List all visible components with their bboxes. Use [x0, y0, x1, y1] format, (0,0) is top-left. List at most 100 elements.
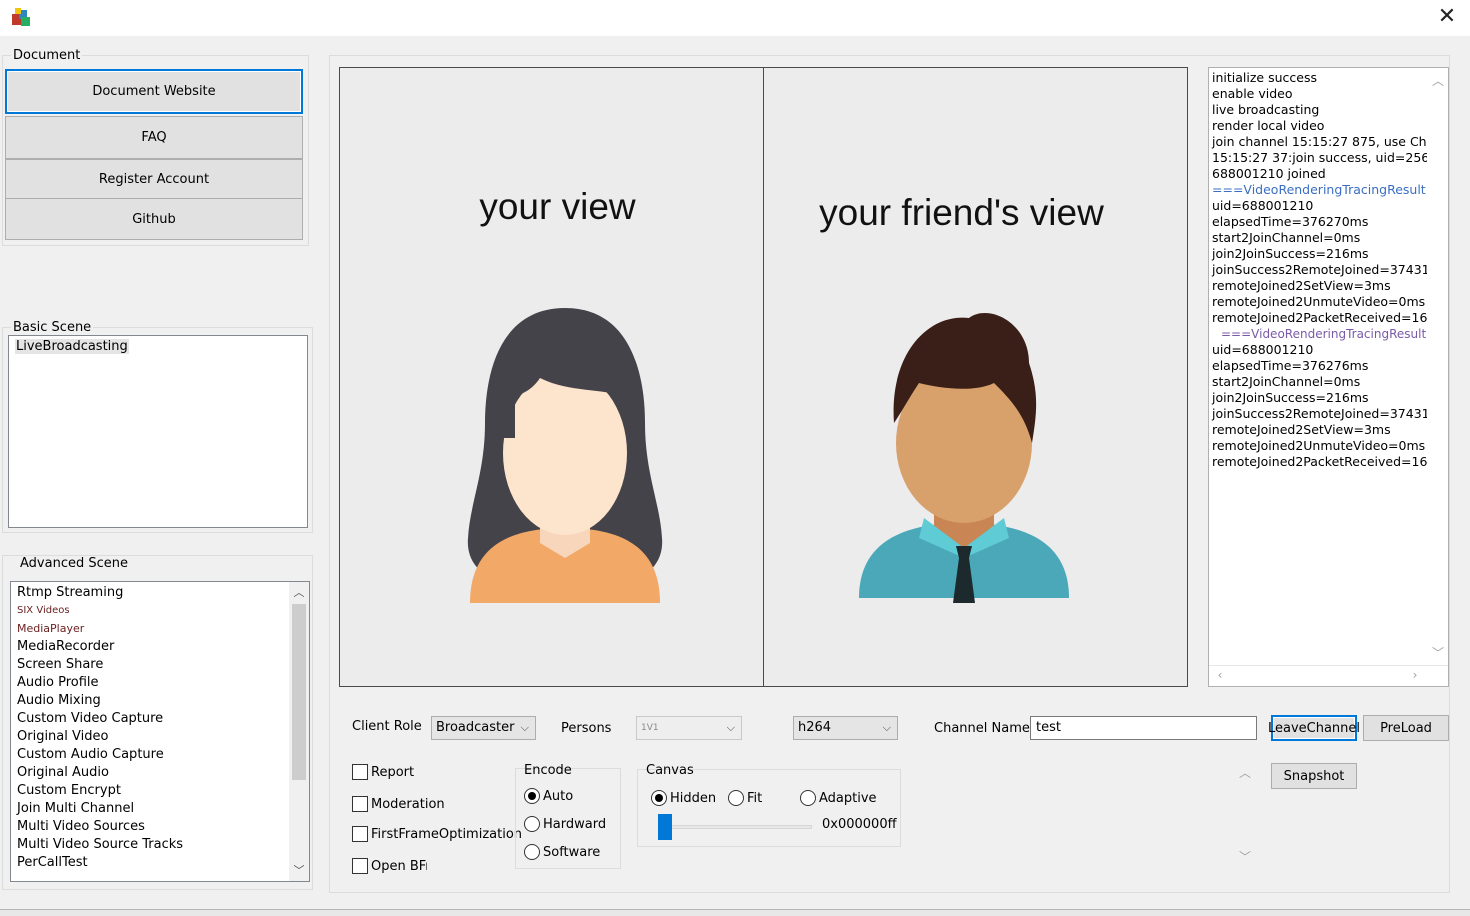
list-item[interactable]: PerCallTest [11, 854, 309, 872]
advanced-scene-scrollbar[interactable]: ︿ ﹀ [289, 582, 309, 881]
snapshot-button[interactable]: Snapshot [1271, 763, 1357, 789]
chevron-down-icon: ⌵ [520, 721, 529, 734]
encode-hardware-label: Hardward [543, 817, 607, 832]
github-button[interactable]: Github [5, 198, 303, 240]
log-line: remoteJoined2PacketReceived=1698r [1212, 454, 1427, 469]
log-line: remoteJoined2SetView=3ms [1212, 422, 1391, 437]
log-line: uid=688001210 [1212, 342, 1314, 357]
log-line: elapsedTime=376276ms [1212, 358, 1369, 373]
list-item[interactable]: LiveBroadcasting [9, 336, 307, 356]
list-item[interactable]: Custom Video Capture [11, 710, 309, 728]
log-line: ===VideoRenderingTracingResult== ... [1221, 327, 1427, 341]
log-line: start2JoinChannel=0ms [1212, 374, 1361, 389]
list-item[interactable]: Original Video [11, 728, 309, 746]
log-panel[interactable]: initialize success enable video live broad… [1208, 67, 1449, 687]
log-line: joinSuccess2RemoteJoined=374319m [1212, 262, 1427, 277]
canvas-color-slider-thumb[interactable] [658, 814, 672, 840]
canvas-hidden-label: Hidden [670, 791, 717, 806]
panel-scroll-up-icon[interactable]: ︿ [1238, 764, 1252, 781]
persons-label: Persons [561, 721, 612, 736]
persons-value: 1V1 [641, 723, 659, 733]
log-line: uid=688001210 [1212, 198, 1314, 213]
codec-value: h264 [798, 720, 832, 735]
scroll-up-icon[interactable]: ︿ [289, 584, 309, 600]
encode-hardware-radio[interactable] [524, 816, 540, 832]
list-item[interactable]: SIX Videos [11, 602, 309, 620]
chevron-down-icon: ⌵ [882, 721, 891, 734]
log-line: live broadcasting [1212, 102, 1320, 117]
log-line: ===VideoRenderingTracingResult== [1212, 182, 1427, 197]
remote-video-view: your friend's view [763, 67, 1188, 687]
close-icon[interactable]: ✕ [1432, 4, 1462, 30]
faq-button[interactable]: FAQ [5, 116, 303, 159]
canvas-color-value: 0x000000ff [822, 817, 897, 832]
log-line: remoteJoined2UnmuteVideo=0ms [1212, 438, 1426, 453]
list-item[interactable]: Join Multi Channel [11, 800, 309, 818]
encode-software-label: Software [543, 845, 601, 860]
list-item[interactable]: Audio Mixing [11, 692, 309, 710]
encode-auto-label: Auto [543, 789, 574, 804]
log-line: remoteJoined2SetView=3ms [1212, 278, 1391, 293]
report-label: Report [371, 765, 415, 780]
document-group-label: Document [11, 48, 83, 63]
log-scroll-up-icon[interactable]: ︿ [1431, 72, 1445, 89]
list-item[interactable]: Screen Share [11, 656, 309, 674]
chevron-down-icon: ⌵ [726, 721, 735, 734]
list-item[interactable]: MediaPlayer [11, 620, 309, 638]
list-item[interactable]: Multi Video Source Tracks [11, 836, 309, 854]
advanced-scene-list[interactable]: Rtmp Streaming SIX Videos MediaPlayer Me… [10, 581, 310, 882]
preload-button[interactable]: PreLoad [1363, 715, 1449, 741]
log-line: join channel 15:15:27 875, use Chann [1212, 134, 1427, 149]
list-item[interactable]: MediaRecorder [11, 638, 309, 656]
panel-scroll-down-icon[interactable]: ﹀ [1238, 848, 1252, 865]
log-scroll-right-icon[interactable]: › [1408, 668, 1422, 682]
man-avatar-icon [859, 313, 1069, 603]
scroll-down-icon[interactable]: ﹀ [289, 862, 309, 878]
log-line: remoteJoined2PacketReceived=1698r [1212, 310, 1427, 325]
log-line: 688001210 joined [1212, 166, 1326, 181]
open-bframe-checkbox[interactable] [352, 858, 368, 874]
document-website-button[interactable]: Document Website [5, 69, 303, 114]
log-scroll-down-icon[interactable]: ﹀ [1431, 644, 1445, 661]
canvas-adaptive-radio[interactable] [800, 790, 816, 806]
log-line: remoteJoined2UnmuteVideo=0ms [1212, 294, 1426, 309]
app-icon [10, 6, 32, 28]
encode-auto-radio[interactable] [524, 788, 540, 804]
client-role-select[interactable]: Broadcaster ⌵ [431, 716, 536, 740]
persons-select[interactable]: 1V1 ⌵ [636, 716, 742, 740]
woman-avatar-icon [467, 308, 663, 603]
canvas-fit-radio[interactable] [728, 790, 744, 806]
open-bframe-label: Open BFr [371, 859, 427, 874]
log-line: elapsedTime=376270ms [1212, 214, 1369, 229]
title-bar: ✕ [0, 0, 1470, 36]
leave-channel-button[interactable]: LeaveChannel [1268, 715, 1360, 741]
list-item[interactable]: Original Audio [11, 764, 309, 782]
first-frame-optimization-label: FirstFrameOptimization [371, 827, 523, 842]
list-item[interactable]: Multi Video Sources [11, 818, 309, 836]
log-list: initialize success enable video live broad… [1209, 68, 1427, 470]
list-item[interactable]: Custom Encrypt [11, 782, 309, 800]
canvas-color-slider-track[interactable] [658, 825, 812, 829]
log-line: join2JoinSuccess=216ms [1212, 390, 1369, 405]
log-line: join2JoinSuccess=216ms [1212, 246, 1369, 261]
first-frame-optimization-checkbox[interactable] [352, 826, 368, 842]
channel-name-input[interactable]: test [1030, 716, 1257, 740]
scroll-thumb[interactable] [292, 604, 306, 780]
encode-software-radio[interactable] [524, 844, 540, 860]
moderation-checkbox[interactable] [352, 796, 368, 812]
register-account-button[interactable]: Register Account [5, 159, 303, 199]
codec-select[interactable]: h264 ⌵ [793, 716, 898, 740]
log-scroll-left-icon[interactable]: ‹ [1213, 668, 1227, 682]
client-role-label: Client Role [352, 719, 422, 734]
log-line: joinSuccess2RemoteJoined=374319m [1212, 406, 1427, 421]
list-item[interactable]: Audio Profile [11, 674, 309, 692]
basic-scene-list[interactable]: LiveBroadcasting [8, 335, 308, 528]
channel-name-label: Channel Name [934, 721, 1030, 736]
list-item[interactable]: Rtmp Streaming [11, 584, 309, 602]
canvas-hidden-radio[interactable] [651, 790, 667, 806]
log-line: 15:15:27 37:join success, uid=25615 [1212, 150, 1427, 165]
log-line: start2JoinChannel=0ms [1212, 230, 1361, 245]
report-checkbox[interactable] [352, 764, 368, 780]
list-item[interactable]: Custom Audio Capture [11, 746, 309, 764]
log-hscroll-divider [1209, 665, 1448, 666]
